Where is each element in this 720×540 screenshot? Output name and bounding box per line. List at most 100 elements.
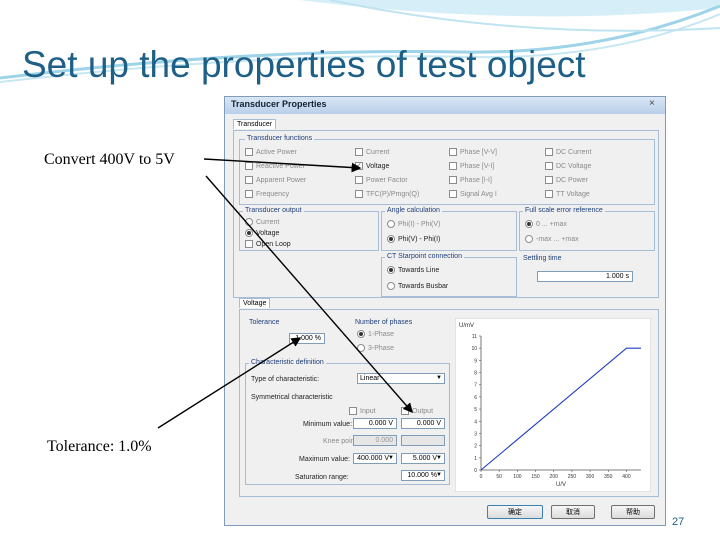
function-checkbox[interactable]: Active Power [245, 148, 297, 157]
symmetrical-checkbox[interactable]: Symmetrical characteristic [251, 393, 333, 402]
fullscale-opt1-label: 0 ... +max [536, 221, 567, 228]
function-checkbox[interactable]: Frequency [245, 190, 289, 199]
knee-input-field[interactable]: 0.000 [353, 435, 397, 446]
y-tick-label: 4 [474, 419, 477, 425]
fullscale-opt2-label: -max ... +max [536, 236, 579, 243]
checkbox-icon [355, 148, 363, 157]
function-checkbox[interactable]: Apparent Power [245, 176, 306, 185]
characteristic-chart: 0 1 2 3 4 5 6 7 8 9 10 11 0 50 100 150 200 250 300 350 400 U/… [455, 318, 651, 492]
function-checkbox[interactable]: ✓ Voltage [355, 162, 389, 171]
char-type-select[interactable]: Linear ▼ [357, 373, 445, 384]
phases-opt2-label: 3-Phase [368, 345, 395, 352]
function-label: Signal Avg I [460, 191, 497, 198]
radio-selected-icon [387, 235, 395, 244]
fullscale-opt2-radio[interactable]: -max ... +max [525, 235, 579, 244]
checkbox-icon [355, 176, 363, 185]
function-checkbox[interactable]: Reactive Power [245, 162, 305, 171]
checkbox-icon [245, 148, 253, 157]
radio-icon [525, 235, 533, 244]
angle-group: Angle calculation [381, 207, 517, 251]
checkbox-icon [401, 407, 409, 416]
function-checkbox[interactable]: Phase [I-I] [449, 176, 492, 185]
y-tick-label: 0 [474, 468, 477, 474]
max-output-field[interactable]: 5.000 V ▼ [401, 453, 445, 464]
radio-selected-icon [525, 220, 533, 229]
cancel-button[interactable]: 取消 [551, 505, 595, 519]
function-checkbox[interactable]: Power Factor [355, 176, 408, 185]
slide-title: Set up the properties of test object [22, 44, 586, 85]
close-icon[interactable]: × [649, 98, 655, 109]
min-label: Minimum value: [303, 421, 353, 428]
function-label: Current [366, 149, 390, 156]
radio-icon [387, 282, 395, 291]
functions-group-label: Transducer functions [245, 135, 315, 142]
function-label: Phase [V-V] [460, 149, 497, 156]
function-checkbox[interactable]: Phase [V-V] [449, 148, 497, 157]
x-axis-label: U/V [556, 482, 566, 488]
checkbox-checked-icon: ✓ [355, 162, 363, 171]
function-checkbox[interactable]: Current [355, 148, 389, 157]
ct-group-label: CT Starpoint connection [385, 253, 464, 260]
function-checkbox[interactable]: Signal Avg I [449, 190, 497, 199]
function-checkbox[interactable]: DC Power [545, 176, 588, 185]
checkbox-icon [449, 176, 457, 185]
output-current-radio[interactable]: Current [245, 218, 279, 227]
y-tick-label: 9 [474, 358, 477, 364]
checkbox-icon [545, 148, 553, 157]
help-button[interactable]: 帮助 [611, 505, 655, 519]
x-tick-label: 300 [586, 474, 595, 480]
checkbox-icon [545, 176, 553, 185]
function-checkbox[interactable]: Phase [V-I] [449, 162, 494, 171]
tab-voltage[interactable]: Voltage [239, 298, 271, 308]
checkbox-icon [449, 162, 457, 171]
max-input-field[interactable]: 400.000 V ▼ [353, 453, 397, 464]
checkbox-icon [449, 190, 457, 199]
output-column-label: Output [412, 408, 434, 415]
phases-opt1-radio[interactable]: 1-Phase [357, 330, 394, 339]
function-label: Power Factor [366, 177, 408, 184]
function-checkbox[interactable]: TFC(P)/Pmgn(Q) [355, 190, 419, 199]
x-tick-label: 50 [496, 474, 502, 480]
min-output-field[interactable]: 0.000 V [401, 418, 445, 429]
y-tick-label: 10 [471, 346, 477, 352]
radio-icon [387, 220, 395, 229]
angle-opt2-radio[interactable]: Phi(V) - Phi(I) [387, 235, 440, 244]
radio-selected-icon [387, 266, 395, 275]
angle-opt2-label: Phi(V) - Phi(I) [398, 236, 441, 243]
phases-opt1-label: 1-Phase [368, 331, 395, 338]
min-input-field[interactable]: 0.000 V [353, 418, 397, 429]
function-label: TFC(P)/Pmgn(Q) [366, 191, 420, 198]
char-type-value: Linear [360, 375, 380, 382]
ok-button[interactable]: 确定 [487, 505, 543, 519]
sat-input-field[interactable]: 10.000 % ▼ [401, 470, 445, 481]
checkbox-icon [349, 407, 357, 416]
output-open-loop-checkbox[interactable]: Open Loop [245, 240, 291, 249]
tab-transducer[interactable]: Transducer [233, 119, 277, 129]
x-tick-label: 350 [604, 474, 613, 480]
ct-opt1-label: Towards Line [398, 267, 440, 274]
function-checkbox[interactable]: DC Current [545, 148, 591, 157]
fullscale-opt1-radio[interactable]: 0 ... +max [525, 220, 567, 229]
output-voltage-radio[interactable]: Voltage [245, 229, 279, 238]
knee-output-field[interactable] [401, 435, 445, 446]
ct-opt1-radio[interactable]: Towards Line [387, 266, 439, 275]
input-column-header: Input [349, 407, 376, 416]
tolerance-input[interactable]: 1.000 % [289, 333, 325, 344]
phases-opt2-radio[interactable]: 3-Phase [357, 344, 394, 353]
checkbox-icon [545, 190, 553, 199]
transducer-properties-dialog: Transducer Properties × Transducer Trans… [224, 96, 666, 526]
settling-time-input[interactable]: 1.000 s [537, 271, 633, 282]
y-tick-label: 11 [472, 334, 477, 340]
x-tick-label: 0 [480, 474, 483, 480]
function-label: Apparent Power [256, 177, 307, 184]
settling-label: Settling time [523, 255, 562, 262]
function-checkbox[interactable]: TT Voltage [545, 190, 590, 199]
max-label: Maximum value: [299, 456, 350, 463]
angle-opt1-radio[interactable]: Phi(I) - Phi(V) [387, 220, 440, 229]
function-label: DC Power [556, 177, 588, 184]
radio-selected-icon [245, 229, 253, 238]
ct-opt2-radio[interactable]: Towards Busbar [387, 282, 448, 291]
callout-convert: Convert 400V to 5V [44, 151, 175, 168]
function-checkbox[interactable]: DC Voltage [545, 162, 591, 171]
input-column-label: Input [360, 408, 376, 415]
